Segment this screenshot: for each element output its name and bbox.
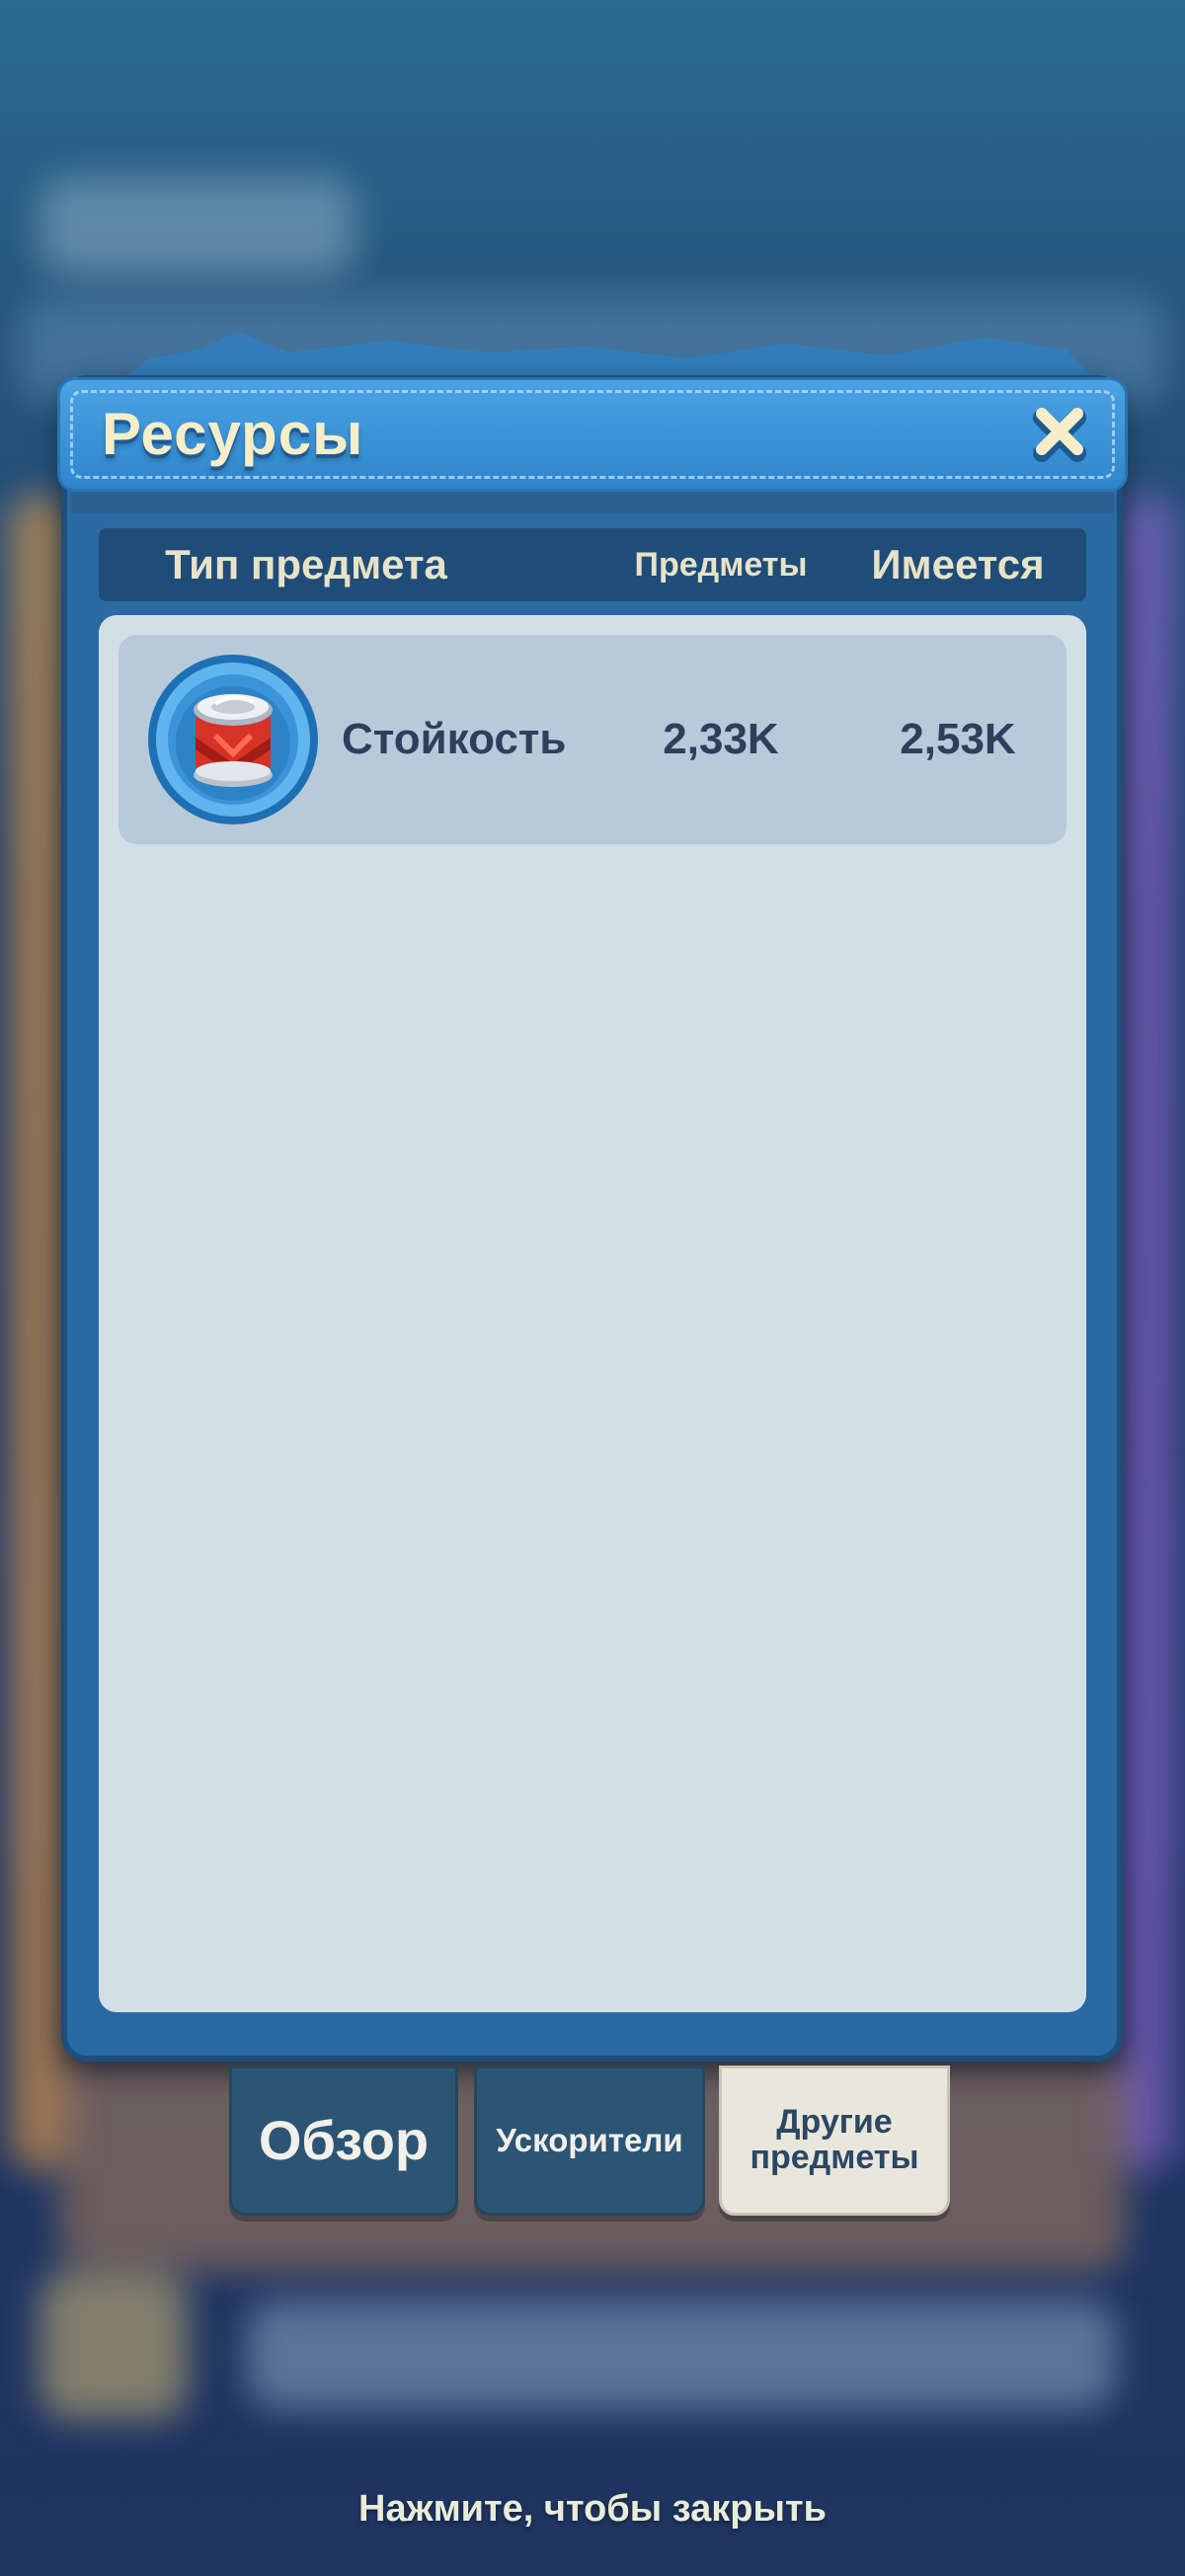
column-header-items: Предметы (634, 546, 808, 584)
resources-list[interactable]: Стойкость 2,33K 2,53K (99, 615, 1086, 2012)
game-screen[interactable]: Ресурсы Тип предмета Предметы Имеется Ст… (0, 0, 1185, 2576)
header-shadow-band (71, 492, 1114, 513)
tab-overview[interactable]: Обзор (229, 2066, 458, 2216)
dialog-title: Ресурсы (102, 401, 364, 467)
background-blur (10, 494, 69, 2172)
column-header-type: Тип предмета (165, 541, 447, 587)
background-blur (247, 2301, 1116, 2409)
close-icon (1033, 408, 1086, 462)
background-blur (40, 2271, 188, 2419)
column-header-have: Имеется (871, 541, 1045, 587)
resource-items-count: 2,33K (663, 715, 779, 763)
column-headers: Тип предмета Предметы Имеется (99, 528, 1086, 601)
tab-boosters[interactable]: Ускорители (474, 2066, 705, 2216)
dialog-header: Ресурсы (57, 377, 1128, 492)
tab-other-items-label: Другие предметы (750, 2103, 919, 2176)
resource-row[interactable]: Стойкость 2,33K 2,53K (118, 635, 1066, 844)
resource-have-count: 2,53K (900, 715, 1016, 763)
resource-name: Стойкость (342, 715, 567, 763)
background-blur (40, 178, 356, 276)
tab-other-items[interactable]: Другие предметы (719, 2066, 950, 2216)
endurance-can-icon (146, 653, 320, 826)
tap-to-close-hint[interactable]: Нажмите, чтобы закрыть (0, 2488, 1185, 2531)
tab-boosters-label: Ускорители (496, 2121, 683, 2158)
tab-overview-label: Обзор (258, 2108, 430, 2171)
background-blur (1116, 494, 1175, 2172)
close-button[interactable] (1028, 402, 1091, 465)
